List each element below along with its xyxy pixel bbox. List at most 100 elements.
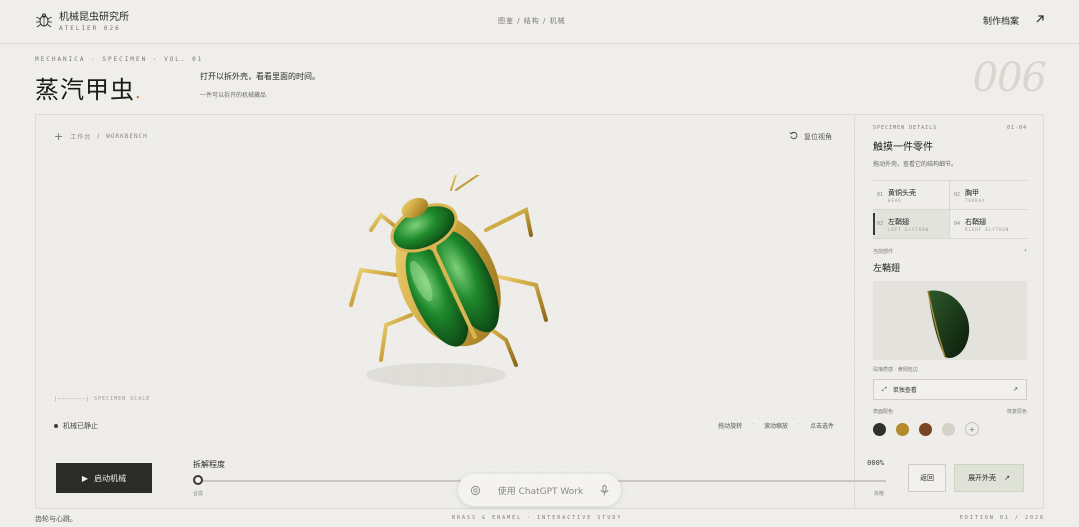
view-alone-button[interactable]: ⤢ 单独查看 ↗	[873, 379, 1027, 400]
add-swatch-icon[interactable]: +	[965, 422, 979, 436]
title-accent-dot: .	[135, 82, 142, 103]
part-number: 04	[954, 221, 961, 227]
page-title: 蒸汽甲虫.	[35, 70, 142, 105]
expand-icon: ⤢	[882, 385, 887, 393]
panel-actions: 返回 展开外壳 ↗	[908, 464, 1024, 492]
hint-rotate: 拖动旋转	[718, 423, 743, 430]
parts-grid: 01 黄铜头壳 HEAD 02 胸甲 THORAX 03 左鞘翅 LEFT ELYTR…	[873, 180, 1027, 239]
part-name: 黄铜头壳	[888, 188, 917, 197]
steam-beetle-model[interactable]	[336, 172, 556, 394]
arrow-up-right-icon: ↗	[1012, 386, 1018, 393]
part-number: 01	[877, 192, 884, 198]
color-swatches: +	[873, 422, 1027, 436]
disassembly-label: 拆解程度	[193, 460, 225, 469]
breadcrumb-a: 工作台	[70, 134, 92, 141]
current-part-label: 当前部件	[873, 249, 894, 255]
part-item-head[interactable]: 01 黄铜头壳 HEAD	[873, 181, 950, 210]
specimen-index: 006	[972, 55, 1047, 101]
arrow-up-right-icon	[1035, 14, 1045, 27]
slider-min-label: 合拢	[193, 491, 204, 497]
part-number: 02	[954, 192, 961, 198]
details-panel: SPECIMEN DETAILS 01·04 触摸一件零件 拖动外壳，查看它的结…	[873, 125, 1027, 436]
logo-subtitle: ATELIER 026	[59, 24, 121, 32]
reset-view-label: 复位视角	[804, 132, 832, 141]
part-code: LEFT ELYTRON	[888, 226, 929, 232]
current-part-marker: •	[1024, 248, 1027, 254]
disassembly-slider-knob[interactable]	[193, 475, 203, 485]
part-name: 左鞘翅	[888, 217, 910, 226]
nav-center[interactable]: 图鉴 / 结构 / 机械	[498, 16, 566, 26]
view-alone-label: 单独查看	[892, 387, 917, 394]
footer-center: BRASS & ENAMEL · INTERACTIVE STUDY	[452, 515, 623, 521]
chatgpt-logo-icon	[470, 481, 481, 500]
ruler-line: |———————|	[54, 396, 95, 402]
tagline: 打开以拆外壳，看看里面的时间。	[200, 72, 320, 81]
part-code: THORAX	[965, 197, 986, 203]
hint-separator: ·	[798, 421, 800, 428]
hint-zoom: 滚动缩放	[764, 423, 789, 430]
rotate-ccw-icon	[789, 131, 798, 142]
assistant-label: 使用 ChatGPT Work	[497, 486, 584, 497]
page-title-text: 蒸汽甲虫	[35, 76, 135, 104]
part-item-left-elytron[interactable]: 03 左鞘翅 LEFT ELYTRON	[873, 210, 950, 239]
swatch-brass[interactable]	[896, 422, 909, 436]
details-title: 触摸一件零件	[873, 142, 933, 153]
logo-title: 机械昆虫研究所	[59, 11, 129, 23]
details-description: 拖动外壳，查看它的结构细节。	[873, 161, 958, 168]
details-counter: 01·04	[1006, 125, 1027, 131]
machine-status: 机械已静止	[54, 421, 98, 431]
model-stage[interactable]: + 工作台 / WORKBENCH 复位视角 |———————| SPECIME…	[36, 115, 886, 508]
part-item-thorax[interactable]: 02 胸甲 THORAX	[950, 181, 1027, 210]
footer-edition: EDITION 01 / 2026	[959, 515, 1045, 521]
current-part-header: 当前部件 •	[873, 248, 1027, 255]
breadcrumb-separator: /	[97, 133, 101, 140]
arrow-up-right-icon: ↗	[1004, 474, 1010, 482]
disassembly-value: 000%	[867, 459, 884, 467]
subline: 一件可以拆开的机械藏品	[200, 92, 267, 99]
swatch-graphite[interactable]	[873, 422, 886, 436]
reset-view-button[interactable]: 复位视角	[789, 131, 832, 142]
start-machine-label: 启动机械	[94, 473, 127, 483]
part-item-right-elytron[interactable]: 04 右鞘翅 RIGHT ELYTRON	[950, 210, 1027, 239]
part-code: HEAD	[888, 197, 902, 203]
swatch-copper[interactable]	[919, 422, 932, 436]
breadcrumb: + 工作台 / WORKBENCH	[54, 130, 148, 143]
current-part-name: 左鞘翅	[873, 264, 901, 274]
part-preview	[873, 281, 1027, 360]
assistant-pill[interactable]: 使用 ChatGPT Work	[458, 474, 621, 506]
details-header: SPECIMEN DETAILS 01·04	[873, 125, 1027, 131]
expand-shell-label: 展开外壳	[968, 474, 997, 482]
scale-ruler: |———————| SPECIMEN SCALE	[54, 396, 150, 402]
interaction-hints: 拖动旋转 · 滚动缩放 · 点击选件	[718, 421, 834, 430]
part-name: 右鞘翅	[965, 217, 987, 226]
hint-separator: ·	[752, 421, 755, 428]
archive-link-label: 制作档案	[982, 17, 1019, 27]
top-bar: 机械昆虫研究所 ATELIER 026 图鉴 / 结构 / 机械 制作档案	[0, 0, 1079, 44]
plus-icon[interactable]: +	[54, 130, 64, 143]
back-button-label: 返回	[920, 474, 934, 482]
kicker: MECHANICA · SPECIMEN · VOL. 01	[35, 56, 204, 63]
part-name: 胸甲	[965, 188, 980, 197]
back-button[interactable]: 返回	[908, 464, 946, 492]
expand-shell-button[interactable]: 展开外壳 ↗	[954, 464, 1024, 492]
workbench-panel: + 工作台 / WORKBENCH 复位视角 |———————| SPECIME…	[35, 114, 1044, 509]
finish-header: 表面配色 恢复原色	[873, 408, 1027, 415]
start-machine-button[interactable]: ▶ 启动机械	[56, 463, 152, 493]
swatch-silver[interactable]	[942, 422, 955, 436]
microphone-icon[interactable]	[600, 481, 609, 500]
status-dot-icon	[54, 424, 58, 428]
archive-link[interactable]: 制作档案	[983, 14, 1045, 27]
part-number: 03	[877, 221, 884, 227]
hint-select: 点击选件	[809, 423, 834, 430]
play-icon: ▶	[81, 473, 89, 483]
finish-label: 表面配色	[873, 409, 894, 415]
details-header-label: SPECIMEN DETAILS	[873, 125, 938, 131]
status-text: 机械已静止	[63, 422, 98, 430]
part-code: RIGHT ELYTRON	[965, 226, 1010, 232]
beetle-outline-icon	[35, 11, 53, 33]
breadcrumb-b: WORKBENCH	[106, 133, 148, 140]
logo[interactable]: 机械昆虫研究所 ATELIER 026	[35, 11, 129, 33]
preview-caption: 珐琅质感 · 黄铜包边	[873, 367, 918, 373]
slider-max-label: 拆散	[873, 491, 884, 497]
restore-color-link[interactable]: 恢复原色	[1007, 408, 1027, 415]
